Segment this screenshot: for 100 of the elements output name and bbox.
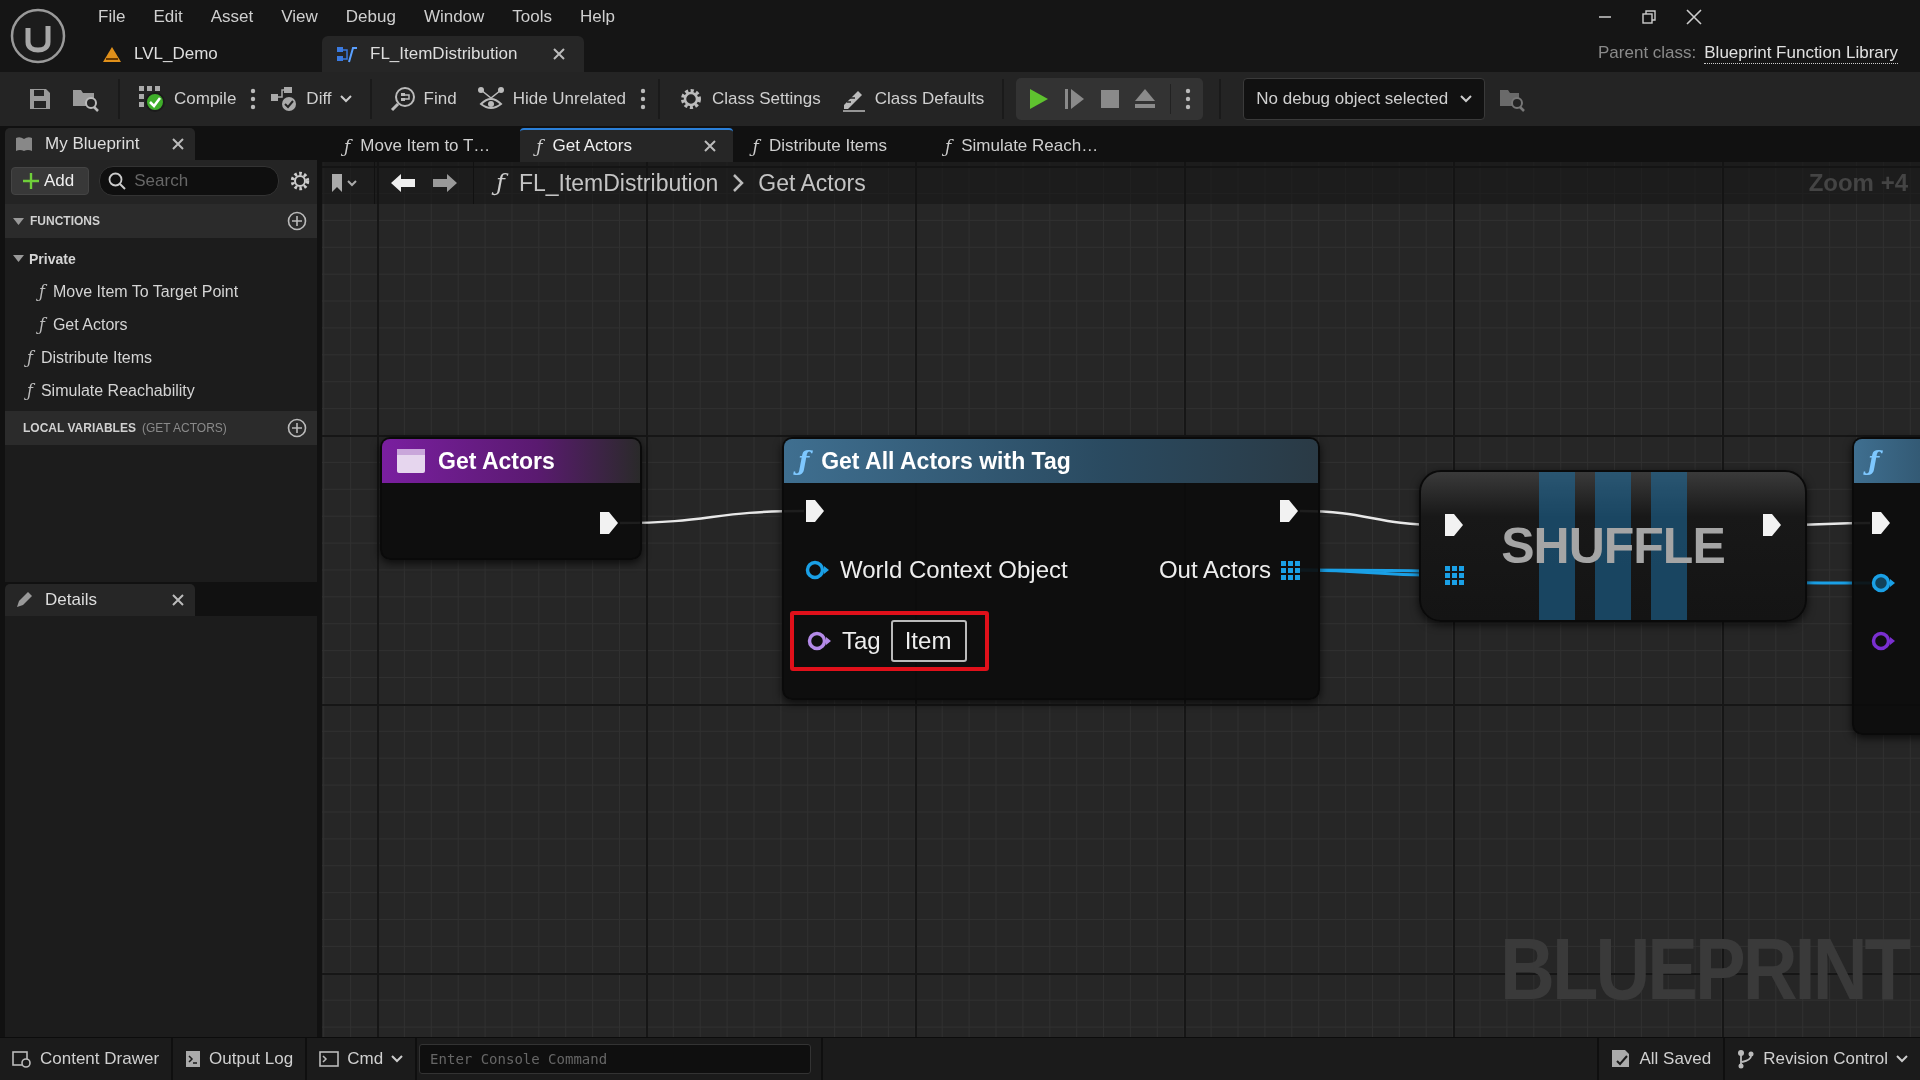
category-label[interactable]: Private	[29, 250, 76, 267]
back-arrow-icon[interactable]	[389, 172, 417, 194]
console-icon	[319, 1051, 340, 1067]
details-tab[interactable]: Details	[5, 584, 195, 616]
add-button[interactable]: Add	[11, 167, 90, 195]
section-title: LOCAL VARIABLES	[23, 421, 136, 435]
add-icon[interactable]	[287, 211, 307, 231]
close-icon[interactable]	[171, 137, 185, 151]
more-icon[interactable]	[1185, 88, 1192, 110]
section-title: FUNCTIONS	[30, 214, 100, 228]
debug-object-dropdown[interactable]: No debug object selected	[1243, 78, 1486, 120]
log-icon	[185, 1050, 202, 1068]
more-icon[interactable]	[640, 88, 647, 110]
hide-unrelated-icon	[476, 86, 505, 112]
graph-tab[interactable]: ƒ Simulate Reach…	[928, 128, 1118, 162]
command-dropdown[interactable]: Cmd	[307, 1038, 418, 1080]
blueprint-icon	[336, 44, 358, 64]
settings-icon[interactable]	[289, 170, 311, 192]
tag-value-field[interactable]: Item	[890, 620, 967, 662]
content-drawer-icon	[12, 1050, 32, 1068]
menu-item[interactable]: View	[267, 7, 332, 27]
expand-arrow-icon[interactable]	[13, 215, 24, 227]
console-input[interactable]: Enter Console Command	[419, 1044, 812, 1074]
document-tab[interactable]: LVL_Demo	[88, 36, 322, 72]
plus-icon	[22, 172, 40, 190]
node-title: SHUFFLE	[1501, 517, 1725, 575]
stop-icon[interactable]	[1100, 89, 1121, 109]
close-icon[interactable]	[171, 593, 185, 607]
details-icon	[15, 591, 33, 609]
graph-tab[interactable]: ƒ Distribute Items	[736, 128, 925, 162]
eject-icon[interactable]	[1134, 88, 1157, 110]
close-icon[interactable]	[552, 47, 566, 61]
entry-icon	[396, 448, 426, 474]
compile-button[interactable]: Compile	[128, 79, 247, 119]
function-item[interactable]: ƒ Distribute Items	[5, 341, 317, 374]
chevron-icon	[732, 173, 745, 193]
function-node[interactable]: ƒ Get All Actors with Tag World Context Object Tag Item Out Actors	[782, 437, 1320, 700]
menu-item[interactable]: File	[84, 7, 140, 27]
save-icon[interactable]	[28, 87, 52, 111]
node-title: Get All Actors with Tag	[821, 447, 1071, 475]
expand-arrow-icon[interactable]	[13, 253, 24, 264]
compile-icon	[138, 85, 166, 113]
output-log-button[interactable]: Output Log	[173, 1038, 308, 1080]
exec-pin-icon	[804, 498, 826, 524]
saved-icon	[1611, 1049, 1632, 1069]
revision-control-button[interactable]: Revision Control	[1723, 1038, 1920, 1080]
parent-class-link[interactable]: Blueprint Function Library	[1704, 42, 1898, 64]
exec-pin-icon	[1278, 498, 1300, 524]
find-icon	[389, 86, 416, 112]
array-pin-icon	[1444, 566, 1464, 585]
parent-class-label: Parent class:	[1598, 43, 1697, 63]
graph-tab[interactable]: ƒ Move Item to T…	[328, 128, 517, 162]
graph-tab[interactable]: ƒ Get Actors	[520, 128, 733, 162]
pin-label: Out Actors	[1158, 556, 1271, 584]
pin-label: World Context Object	[840, 556, 1068, 584]
menu-item[interactable]: Tools	[498, 7, 567, 27]
exec-pin-icon	[1870, 510, 1892, 536]
menu-item[interactable]: Asset	[196, 7, 268, 27]
content-drawer-button[interactable]: Content Drawer	[0, 1038, 174, 1080]
node-title: Get Actors	[438, 447, 555, 475]
menu-item[interactable]: Edit	[139, 7, 197, 27]
caret-icon	[1460, 95, 1473, 103]
function-item[interactable]: ƒ Move Item To Target Point	[5, 275, 317, 308]
function-item[interactable]: ƒ Get Actors	[5, 308, 317, 341]
menu-item[interactable]: Help	[566, 7, 629, 27]
save-status-button[interactable]: All Saved	[1597, 1038, 1724, 1080]
find-button[interactable]: Find	[379, 79, 467, 119]
branch-icon	[1737, 1049, 1756, 1069]
hide-button[interactable]: Hide Unrelated	[466, 79, 637, 119]
restore-icon[interactable]	[1642, 10, 1656, 24]
close-icon[interactable]	[1686, 9, 1702, 25]
logo-icon[interactable]	[10, 8, 66, 64]
add-icon[interactable]	[287, 418, 307, 438]
menu-item[interactable]: Debug	[331, 7, 410, 27]
search-icon	[108, 172, 127, 190]
forward-arrow-icon[interactable]	[431, 172, 459, 194]
search-field[interactable]: Search	[99, 166, 279, 196]
diff-button[interactable]: Diff	[260, 79, 362, 119]
my-blueprint-tab[interactable]: My Blueprint	[5, 128, 195, 160]
exec-pin-icon	[1443, 512, 1465, 538]
section-scope: (GET ACTORS)	[141, 421, 227, 435]
breadcrumb-item[interactable]: Get Actors	[758, 169, 866, 197]
more-icon[interactable]	[250, 88, 257, 110]
close-icon[interactable]	[702, 139, 717, 153]
exec-pin-icon	[598, 510, 620, 536]
level-icon	[102, 45, 122, 63]
exec-pin-icon	[1761, 512, 1783, 538]
caret-icon	[391, 1055, 404, 1063]
document-tab[interactable]: FL_ItemDistribution	[322, 36, 584, 72]
settings-button[interactable]: Class Settings	[668, 79, 831, 119]
defaults-button[interactable]: Class Defaults	[830, 79, 995, 119]
bookmark-icon[interactable]	[330, 172, 360, 194]
caret-icon	[1896, 1055, 1908, 1063]
function-item[interactable]: ƒ Simulate Reachability	[5, 374, 317, 407]
menu-item[interactable]: Window	[409, 7, 499, 27]
macro-node[interactable]: SHUFFLE	[1419, 470, 1807, 622]
function-entry-node[interactable]: Get Actors	[380, 437, 642, 560]
breadcrumb-item[interactable]: FL_ItemDistribution	[518, 169, 719, 197]
book-icon	[15, 136, 33, 152]
pin-label: Tag	[842, 627, 881, 655]
